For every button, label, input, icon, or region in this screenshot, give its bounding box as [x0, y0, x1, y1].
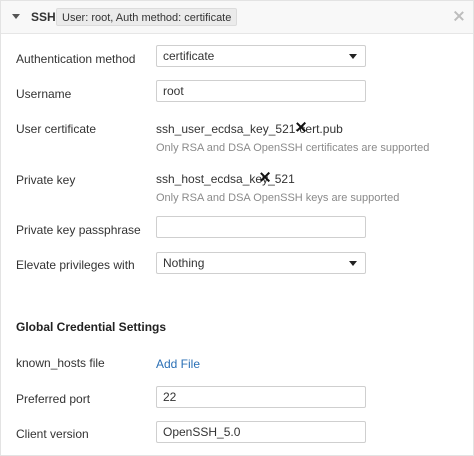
known-hosts-label: known_hosts file — [16, 356, 105, 370]
user-certificate-hint: Only RSA and DSA OpenSSH certificates ar… — [156, 142, 430, 154]
collapse-caret-icon[interactable] — [12, 14, 20, 19]
remove-certificate-icon[interactable] — [296, 122, 306, 132]
preferred-port-label: Preferred port — [16, 392, 91, 406]
passphrase-label: Private key passphrase — [16, 223, 141, 237]
passphrase-input[interactable] — [156, 216, 366, 238]
ssh-section-header[interactable]: SSH User: root, Auth method: certificate — [1, 1, 473, 34]
username-label: Username — [16, 87, 72, 101]
auth-method-select[interactable]: certificate — [156, 45, 366, 67]
elevate-privileges-label: Elevate privileges with — [16, 258, 135, 272]
private-key-label: Private key — [16, 173, 76, 187]
username-input[interactable]: root — [156, 80, 366, 102]
global-settings-heading: Global Credential Settings — [16, 320, 167, 334]
elevate-privileges-value: Nothing — [163, 256, 205, 270]
auth-method-value: certificate — [163, 49, 215, 63]
add-file-link[interactable]: Add File — [156, 357, 200, 371]
private-key-hint: Only RSA and DSA OpenSSH keys are suppor… — [156, 192, 400, 204]
summary-badge: User: root, Auth method: certificate — [56, 8, 238, 26]
close-icon[interactable] — [453, 10, 465, 22]
remove-private-key-icon[interactable] — [260, 172, 270, 182]
auth-method-label: Authentication method — [16, 52, 136, 66]
elevate-privileges-select[interactable]: Nothing — [156, 252, 366, 274]
section-title: SSH — [31, 10, 56, 24]
ssh-credential-panel: SSH User: root, Auth method: certificate… — [0, 0, 474, 456]
preferred-port-input[interactable]: 22 — [156, 386, 366, 408]
user-certificate-label: User certificate — [16, 122, 97, 136]
private-key-filename: ssh_host_ecdsa_key_521 — [156, 172, 295, 186]
dropdown-arrow-icon — [349, 261, 357, 266]
client-version-input[interactable]: OpenSSH_5.0 — [156, 421, 366, 443]
client-version-label: Client version — [16, 427, 89, 441]
dropdown-arrow-icon — [349, 54, 357, 59]
user-certificate-filename: ssh_user_ecdsa_key_521-cert.pub — [156, 122, 343, 136]
